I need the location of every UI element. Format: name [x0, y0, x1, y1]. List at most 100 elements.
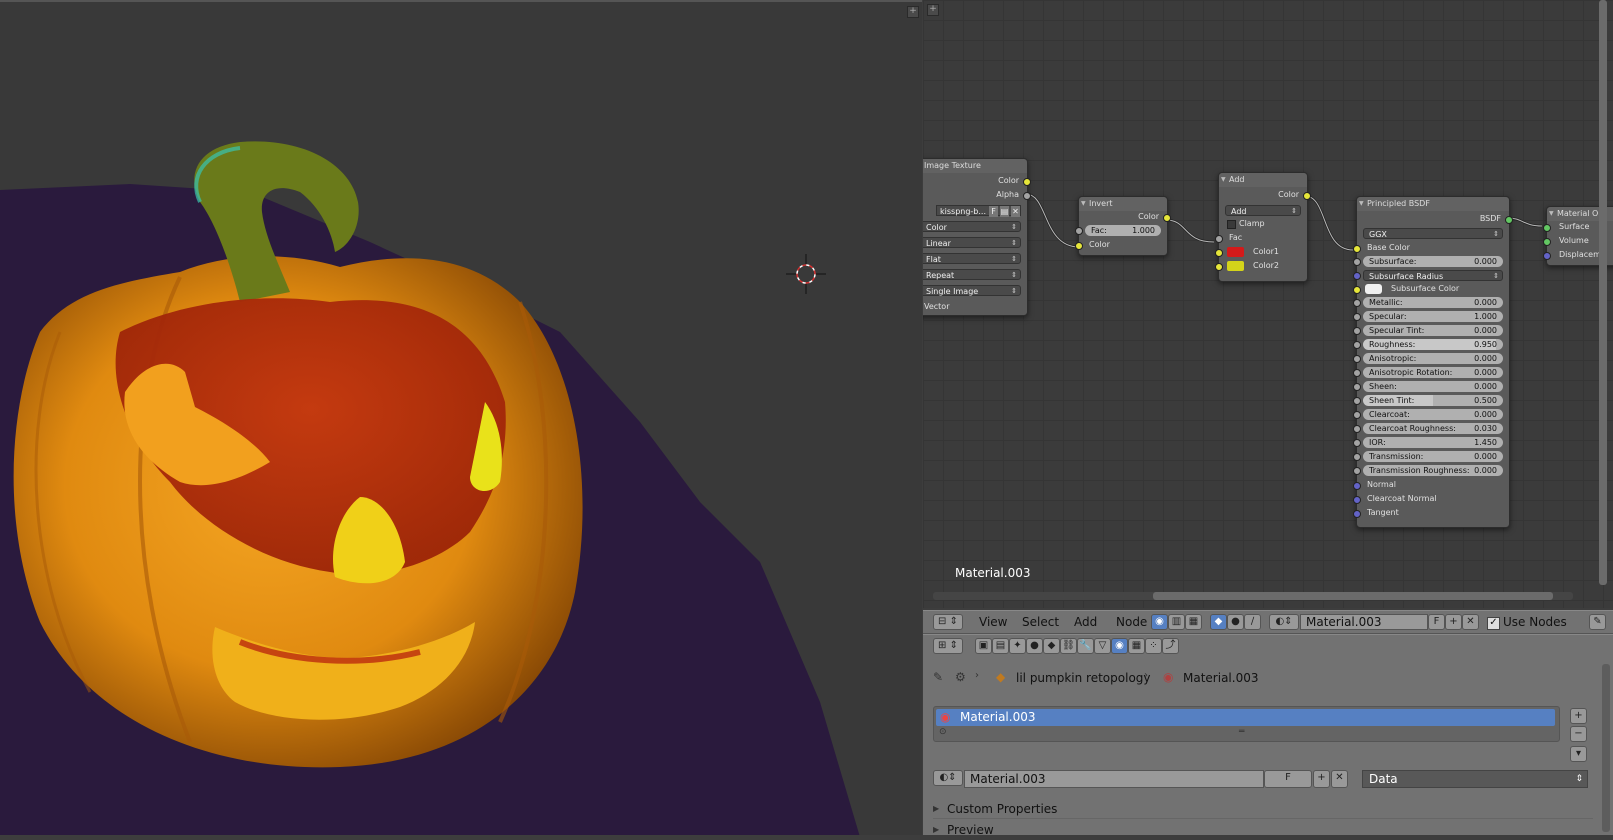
subsurface-method-dropdown[interactable]: Subsurface Radius: [1363, 270, 1503, 282]
socket-input-fac[interactable]: [1215, 235, 1223, 243]
socket-output-color[interactable]: [1163, 214, 1171, 222]
ior-field[interactable]: IOR: 1.450: [1363, 437, 1503, 448]
source-dropdown[interactable]: Single Image: [923, 285, 1021, 297]
add-slot-icon[interactable]: +: [1570, 708, 1587, 724]
node-image-texture[interactable]: Image Texture Color Alpha kisspng-b... F…: [923, 158, 1031, 316]
socket-output-color[interactable]: [1023, 178, 1031, 186]
world-tab-icon[interactable]: ●: [1026, 638, 1043, 654]
render-tab-icon[interactable]: ▣: [975, 638, 992, 654]
socket-input[interactable]: [1353, 286, 1361, 294]
close-icon[interactable]: ✕: [1011, 206, 1020, 217]
menu-view[interactable]: View: [979, 614, 1007, 630]
unlink-material-icon[interactable]: ✕: [1462, 614, 1479, 630]
blend-mode-dropdown[interactable]: Add: [1225, 205, 1301, 217]
color1-swatch[interactable]: [1227, 247, 1244, 257]
socket-input[interactable]: [1353, 369, 1361, 377]
menu-node[interactable]: Node: [1116, 614, 1147, 630]
world-shader-icon[interactable]: ●: [1227, 614, 1244, 630]
node-add-mix[interactable]: Add Color Add Clamp Fac Color1 Color2: [1215, 172, 1311, 282]
open-folder-icon[interactable]: ▤: [1000, 206, 1009, 217]
socket-input[interactable]: [1353, 355, 1361, 363]
socket-input[interactable]: [1353, 439, 1361, 447]
transmission-roughness-field[interactable]: Transmission Roughness: 0.000: [1363, 465, 1503, 476]
slot-specials-icon[interactable]: ▾: [1570, 746, 1587, 762]
link-mode-dropdown[interactable]: Data ⇕: [1362, 770, 1588, 788]
socket-input-base-color[interactable]: [1353, 245, 1361, 253]
roughness-field[interactable]: Roughness: 0.950: [1363, 339, 1503, 350]
socket-input[interactable]: [1353, 299, 1361, 307]
clearcoat-roughness-field[interactable]: Clearcoat Roughness: 0.030: [1363, 423, 1503, 434]
socket-input-tangent[interactable]: [1353, 510, 1361, 518]
specular-field[interactable]: Specular: 1.000: [1363, 311, 1503, 322]
socket-input-clearcoat-normal[interactable]: [1353, 496, 1361, 504]
socket-input[interactable]: [1353, 453, 1361, 461]
fac-field[interactable]: Fac: 1.000: [1085, 225, 1161, 236]
socket-input-normal[interactable]: [1353, 482, 1361, 490]
editor-type-icon[interactable]: ⊞ ⇕: [933, 638, 963, 654]
socket-input-color[interactable]: [1075, 242, 1083, 250]
color2-swatch[interactable]: [1227, 261, 1244, 271]
compositing-nodes-icon[interactable]: ▥: [1168, 614, 1185, 630]
horizontal-scrollbar[interactable]: [1153, 592, 1553, 600]
socket-input[interactable]: [1353, 425, 1361, 433]
clamp-checkbox[interactable]: [1227, 220, 1236, 229]
object-tab-icon[interactable]: ◆: [1043, 638, 1060, 654]
clearcoat-field[interactable]: Clearcoat: 0.000: [1363, 409, 1503, 420]
projection-dropdown[interactable]: Flat: [923, 253, 1021, 265]
shader-nodes-icon[interactable]: ◉: [1151, 614, 1168, 630]
socket-input-surface[interactable]: [1543, 224, 1551, 232]
specular-tint-field[interactable]: Specular Tint: 0.000: [1363, 325, 1503, 336]
transmission-field[interactable]: Transmission: 0.000: [1363, 451, 1503, 462]
socket-output-bsdf[interactable]: [1505, 216, 1513, 224]
sheen-field[interactable]: Sheen: 0.000: [1363, 381, 1503, 392]
image-selector[interactable]: kisspng-b... F ▤ ✕: [936, 205, 1021, 217]
socket-input[interactable]: [1353, 258, 1361, 266]
texture-nodes-icon[interactable]: ▦: [1185, 614, 1202, 630]
node-invert[interactable]: Invert Color Fac: 1.000 Color: [1075, 196, 1171, 256]
material-tab-icon[interactable]: ◉: [1111, 638, 1128, 654]
new-material-icon[interactable]: +: [1313, 770, 1330, 788]
material-slot-list[interactable]: ◉ Material.003 ⊙ ═: [933, 706, 1560, 742]
resize-handle-icon[interactable]: ⊙: [939, 727, 947, 737]
extension-dropdown[interactable]: Repeat: [923, 269, 1021, 281]
properties-scrollbar[interactable]: [1602, 664, 1610, 832]
socket-input-volume[interactable]: [1543, 238, 1551, 246]
area-split-icon[interactable]: +: [907, 6, 919, 18]
use-nodes-checkbox[interactable]: ✓: [1487, 617, 1500, 630]
sheen-tint-field[interactable]: Sheen Tint: 0.500: [1363, 395, 1503, 406]
fake-user-button[interactable]: F: [989, 206, 998, 217]
anisotropic-rotation-field[interactable]: Anisotropic Rotation: 0.000: [1363, 367, 1503, 378]
socket-input-color2[interactable]: [1215, 263, 1223, 271]
texture-tab-icon[interactable]: ▦: [1128, 638, 1145, 654]
material-browse-icon[interactable]: ◐⇕: [933, 770, 963, 786]
material-datablock-field[interactable]: Material.003: [964, 770, 1264, 788]
socket-output-alpha[interactable]: [1023, 192, 1031, 200]
socket-input[interactable]: [1353, 411, 1361, 419]
pin-icon[interactable]: ✎: [933, 670, 943, 684]
pin-icon[interactable]: ✎: [1589, 614, 1606, 630]
grip-icon[interactable]: ═: [1239, 727, 1244, 737]
menu-select[interactable]: Select: [1022, 614, 1059, 630]
node-editor[interactable]: + Image Texture Color Alpha kisspng-b...…: [923, 0, 1613, 608]
panel-preview[interactable]: Preview: [933, 820, 1593, 840]
material-name-field[interactable]: Material.003: [1300, 614, 1428, 630]
new-material-icon[interactable]: +: [1445, 614, 1462, 630]
anisotropic-field[interactable]: Anisotropic: 0.000: [1363, 353, 1503, 364]
subsurface-field[interactable]: Subsurface: 0.000: [1363, 256, 1503, 267]
physics-tab-icon[interactable]: ⤴: [1162, 638, 1179, 654]
particles-tab-icon[interactable]: ⁘: [1145, 638, 1162, 654]
metallic-field[interactable]: Metallic: 0.000: [1363, 297, 1503, 308]
socket-input[interactable]: [1353, 272, 1361, 280]
interpolation-dropdown[interactable]: Linear: [923, 237, 1021, 249]
fake-user-button[interactable]: F: [1264, 770, 1312, 788]
socket-input[interactable]: [1353, 397, 1361, 405]
material-slot-item[interactable]: ◉ Material.003: [936, 709, 1555, 726]
socket-input-displacement[interactable]: [1543, 252, 1551, 260]
menu-add[interactable]: Add: [1074, 614, 1097, 630]
distribution-dropdown[interactable]: GGX: [1363, 228, 1503, 240]
remove-slot-icon[interactable]: −: [1570, 726, 1587, 742]
socket-input-color1[interactable]: [1215, 249, 1223, 257]
editor-type-icon[interactable]: ⊟ ⇕: [933, 614, 963, 630]
panel-custom-properties[interactable]: Custom Properties: [933, 799, 1593, 819]
3d-viewport[interactable]: +: [0, 0, 922, 835]
